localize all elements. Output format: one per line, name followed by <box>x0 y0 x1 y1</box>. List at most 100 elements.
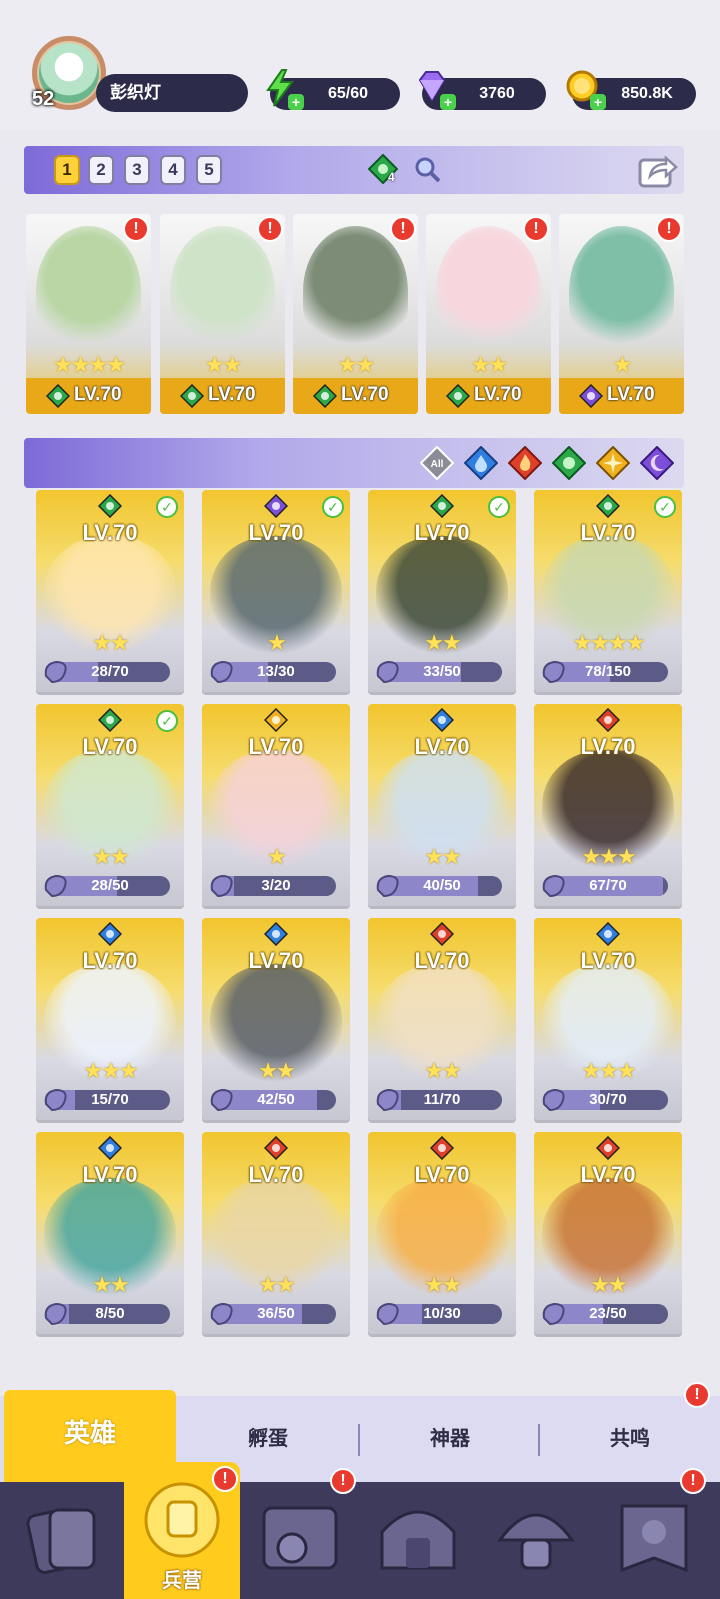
player-name[interactable]: 彭织灯 <box>96 74 248 112</box>
hero-level: LV.70 <box>248 1162 304 1187</box>
hero-portrait <box>569 226 674 356</box>
team-hero-card[interactable]: ★★ LV.70! <box>293 214 418 414</box>
map-icon <box>262 1506 338 1570</box>
gold-resource[interactable]: + 850.8K <box>566 70 696 110</box>
nature-element-icon <box>445 383 471 409</box>
hero-card[interactable]: LV.70 ★★ 28/70 ✓ <box>36 490 184 692</box>
water-element-icon <box>263 921 289 947</box>
hero-stars: ★★★★ <box>53 352 126 377</box>
filter-all-icon[interactable]: All <box>420 446 454 480</box>
hero-stars: ★★ <box>204 352 242 377</box>
gem-resource[interactable]: + 3760 <box>418 71 546 110</box>
hero-card[interactable]: LV.70 ★★ 28/50 ✓ <box>36 704 184 906</box>
plus-icon[interactable]: + <box>590 94 606 110</box>
fire-filter-icon[interactable] <box>508 446 542 480</box>
nav-alert-badge: ! <box>680 1468 706 1494</box>
hero-card[interactable]: LV.70 ★★ 42/50 <box>202 918 350 1120</box>
nav-map[interactable]: ! <box>242 1468 358 1599</box>
team-tab-4[interactable]: 4 <box>160 155 186 185</box>
tab-alert-badge: ! <box>684 1382 710 1408</box>
share-icon[interactable] <box>636 150 678 190</box>
team-tab-1[interactable]: 1 <box>54 155 80 185</box>
hero-stars: ★★★ <box>83 1058 138 1083</box>
hero-card[interactable]: LV.70 ★ 13/30 ✓ <box>202 490 350 692</box>
shard-icon <box>210 874 233 898</box>
fire-element-icon <box>429 921 455 947</box>
shard-icon <box>44 874 67 898</box>
hero-stars: ★★ <box>92 1272 129 1297</box>
hero-card[interactable]: LV.70 ★ 3/20 <box>202 704 350 906</box>
nav-cards[interactable] <box>6 1482 122 1599</box>
hero-portrait <box>436 226 541 356</box>
hero-card[interactable]: LV.70 ★★ 10/30 <box>368 1132 516 1334</box>
hero-card[interactable]: LV.70 ★★★ 15/70 <box>36 918 184 1120</box>
nature-element-icon <box>97 707 123 733</box>
hero-stars: ★ <box>267 844 287 869</box>
light-filter-icon[interactable] <box>596 446 630 480</box>
shard-icon <box>376 874 399 898</box>
hero-card[interactable]: LV.70 ★★ 23/50 <box>534 1132 682 1334</box>
team-tab-2[interactable]: 2 <box>88 155 114 185</box>
hero-card[interactable]: LV.70 ★★★ 67/70 <box>534 704 682 906</box>
selected-check-icon: ✓ <box>488 496 510 518</box>
search-icon[interactable] <box>412 154 442 184</box>
team-hero-card[interactable]: ★ LV.70! <box>559 214 684 414</box>
nature-element-icon <box>429 493 455 519</box>
hero-level: LV.70 <box>82 1162 138 1187</box>
nature-element-icon <box>312 383 338 409</box>
team-hero-card[interactable]: ★★★★ LV.70! <box>26 214 151 414</box>
nav-mushroom[interactable] <box>478 1482 594 1599</box>
tab-artifacts[interactable]: 神器 <box>362 1396 538 1482</box>
hero-level: LV.70 <box>341 384 389 405</box>
hero-card[interactable]: LV.70 ★★ 33/50 ✓ <box>368 490 516 692</box>
shrine-icon <box>380 1510 456 1570</box>
hero-card[interactable]: LV.70 ★★★★ 78/150 ✓ <box>534 490 682 692</box>
hero-stars: ★★ <box>258 1058 295 1083</box>
hero-card[interactable]: LV.70 ★★ 36/50 <box>202 1132 350 1334</box>
shard-icon <box>376 1302 399 1326</box>
hero-card[interactable]: LV.70 ★★★ 30/70 <box>534 918 682 1120</box>
plus-icon[interactable]: + <box>288 94 304 110</box>
hero-stars: ★ <box>612 352 633 377</box>
water-element-icon <box>97 1135 123 1161</box>
hero-level-bar: LV.70 <box>160 378 285 414</box>
team-tab-3[interactable]: 3 <box>124 155 150 185</box>
dark-filter-icon[interactable] <box>640 446 674 480</box>
plus-icon[interactable]: + <box>440 94 456 110</box>
hero-level: LV.70 <box>208 384 256 405</box>
shard-icon <box>542 1088 565 1112</box>
energy-resource[interactable]: + 65/60 <box>266 69 400 110</box>
hero-level-bar: LV.70 <box>26 378 151 414</box>
hero-card[interactable]: LV.70 ★★ 8/50 <box>36 1132 184 1334</box>
shard-icon <box>210 660 233 684</box>
tab-divider <box>538 1424 540 1456</box>
team-hero-card[interactable]: ★★ LV.70! <box>160 214 285 414</box>
team-element-gem[interactable]: 4 <box>367 153 399 185</box>
selected-check-icon: ✓ <box>322 496 344 518</box>
hero-stars: ★★★★ <box>572 630 646 655</box>
selected-check-icon: ✓ <box>156 710 178 732</box>
hero-card[interactable]: LV.70 ★★ 40/50 <box>368 704 516 906</box>
nav-alert-badge: ! <box>212 1466 238 1492</box>
nature-filter-icon[interactable] <box>552 446 586 480</box>
shard-icon <box>542 1302 565 1326</box>
dark-element-icon <box>578 383 604 409</box>
nav-guild[interactable]: ! <box>596 1468 712 1599</box>
hero-stars: ★★ <box>424 1272 461 1297</box>
hero-card[interactable]: LV.70 ★★ 11/70 <box>368 918 516 1120</box>
shard-icon <box>542 660 565 684</box>
team-tab-5[interactable]: 5 <box>196 155 222 185</box>
water-element-icon <box>595 921 621 947</box>
water-filter-icon[interactable] <box>464 446 498 480</box>
nav-barracks[interactable]: 兵营 ! <box>124 1462 240 1599</box>
team-hero-card[interactable]: ★★ LV.70! <box>426 214 551 414</box>
hero-portrait <box>303 226 408 356</box>
nav-shrine[interactable] <box>360 1482 476 1599</box>
fire-element-icon <box>595 707 621 733</box>
hero-level: LV.70 <box>74 384 122 405</box>
nature-element-icon <box>97 493 123 519</box>
light-element-icon <box>263 707 289 733</box>
hero-level: LV.70 <box>580 734 636 759</box>
hero-level: LV.70 <box>248 948 304 973</box>
water-element-icon <box>97 921 123 947</box>
